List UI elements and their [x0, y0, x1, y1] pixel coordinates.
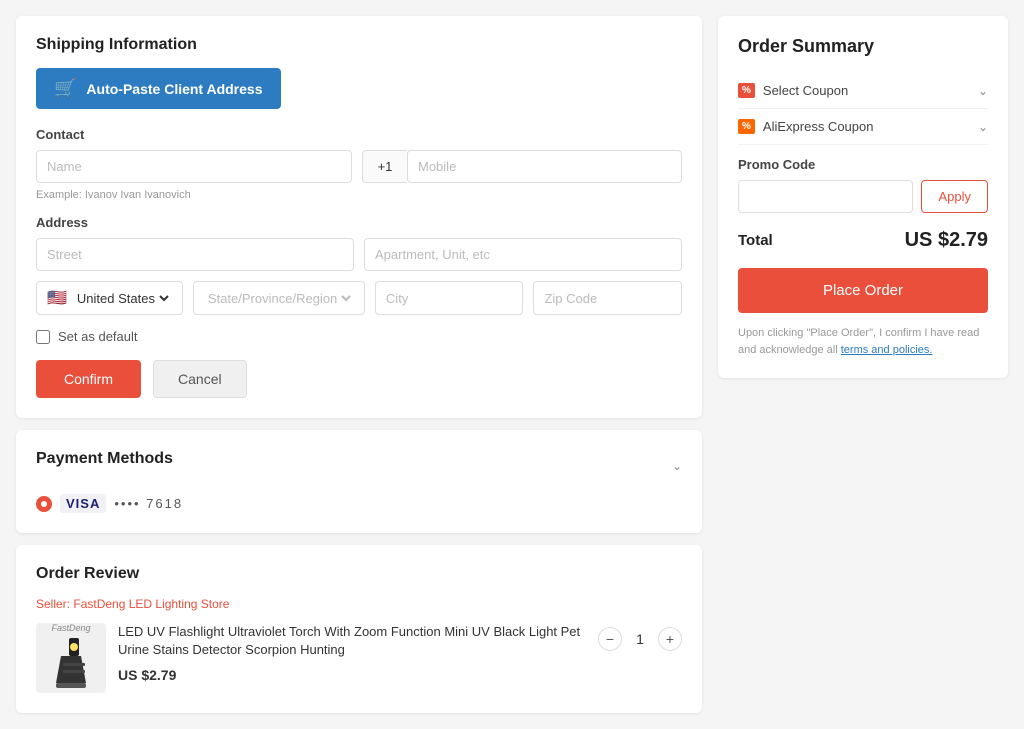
visa-radio[interactable] — [36, 496, 52, 512]
coupon-icon: % — [738, 83, 755, 98]
qty-increase-button[interactable]: + — [658, 627, 682, 651]
visa-logo: VISA — [60, 494, 106, 513]
cancel-button[interactable]: Cancel — [153, 360, 247, 398]
payment-chevron-icon[interactable]: ⌄ — [672, 459, 682, 473]
seller-name: FastDeng LED Lighting Store — [73, 597, 229, 611]
aliexpress-coupon-row[interactable]: % AliExpress Coupon ⌄ — [738, 109, 988, 145]
confirm-button[interactable]: Confirm — [36, 360, 141, 398]
shipping-title: Shipping Information — [36, 36, 682, 54]
promo-code-input[interactable] — [738, 180, 913, 213]
seller-prefix: Seller: — [36, 597, 73, 611]
country-code: +1 — [362, 150, 407, 183]
city-input[interactable] — [375, 281, 524, 315]
aliexpress-coupon-icon: % — [738, 119, 755, 134]
order-summary-card: Order Summary % Select Coupon ⌄ % AliExp… — [718, 16, 1008, 378]
flashlight-svg — [41, 633, 101, 693]
order-summary-title: Order Summary — [738, 36, 988, 57]
payment-title: Payment Methods — [36, 450, 173, 468]
country-select[interactable]: 🇺🇸 United States — [36, 281, 183, 315]
auto-paste-button[interactable]: 🛒 Auto-Paste Client Address — [36, 68, 281, 109]
set-default-checkbox[interactable] — [36, 330, 50, 344]
example-text: Example: Ivanov Ivan Ivanovich — [36, 189, 682, 201]
cart-icon: 🛒 — [54, 78, 76, 99]
brand-label: FastDeng — [51, 623, 90, 633]
seller-info: Seller: FastDeng LED Lighting Store — [36, 597, 682, 611]
state-dropdown[interactable]: State/Province/Region — [204, 290, 354, 307]
product-title: LED UV Flashlight Ultraviolet Torch With… — [118, 623, 586, 659]
terms-link[interactable]: terms and policies. — [841, 344, 933, 356]
qty-decrease-button[interactable]: − — [598, 627, 622, 651]
order-review-card: Order Review Seller: FastDeng LED Lighti… — [16, 545, 702, 713]
name-input[interactable] — [36, 150, 352, 183]
product-price: US $2.79 — [118, 667, 586, 683]
address-label: Address — [36, 215, 682, 230]
mobile-input[interactable] — [407, 150, 682, 183]
state-select[interactable]: State/Province/Region — [193, 281, 365, 315]
select-coupon-left: % Select Coupon — [738, 83, 848, 98]
select-coupon-chevron-icon: ⌄ — [978, 84, 988, 98]
select-coupon-label: Select Coupon — [763, 83, 848, 98]
select-coupon-row[interactable]: % Select Coupon ⌄ — [738, 73, 988, 109]
shipping-card: Shipping Information 🛒 Auto-Paste Client… — [16, 16, 702, 418]
contact-label: Contact — [36, 127, 682, 142]
auto-paste-label: Auto-Paste Client Address — [86, 81, 262, 97]
country-dropdown[interactable]: United States — [73, 290, 172, 307]
aliexpress-coupon-chevron-icon: ⌄ — [978, 120, 988, 134]
order-review-title: Order Review — [36, 565, 682, 583]
product-info: LED UV Flashlight Ultraviolet Torch With… — [118, 623, 586, 683]
aliexpress-coupon-label: AliExpress Coupon — [763, 119, 874, 134]
apply-button[interactable]: Apply — [921, 180, 988, 213]
qty-controls: − 1 + — [598, 627, 682, 651]
payment-card: Payment Methods ⌄ VISA •••• 7618 — [16, 430, 702, 533]
aliexpress-coupon-left: % AliExpress Coupon — [738, 119, 873, 134]
visa-card-number: •••• 7618 — [114, 496, 183, 511]
terms-text: Upon clicking "Place Order", I confirm I… — [738, 325, 988, 358]
total-value: US $2.79 — [905, 229, 988, 252]
us-flag-icon: 🇺🇸 — [47, 288, 67, 308]
street-input[interactable] — [36, 238, 354, 271]
apt-input[interactable] — [364, 238, 682, 271]
total-label: Total — [738, 232, 773, 249]
product-image: FastDeng — [36, 623, 106, 693]
promo-code-label: Promo Code — [738, 157, 988, 172]
place-order-button[interactable]: Place Order — [738, 268, 988, 313]
zip-input[interactable] — [533, 281, 682, 315]
set-default-label: Set as default — [58, 329, 138, 344]
qty-value: 1 — [630, 631, 650, 647]
